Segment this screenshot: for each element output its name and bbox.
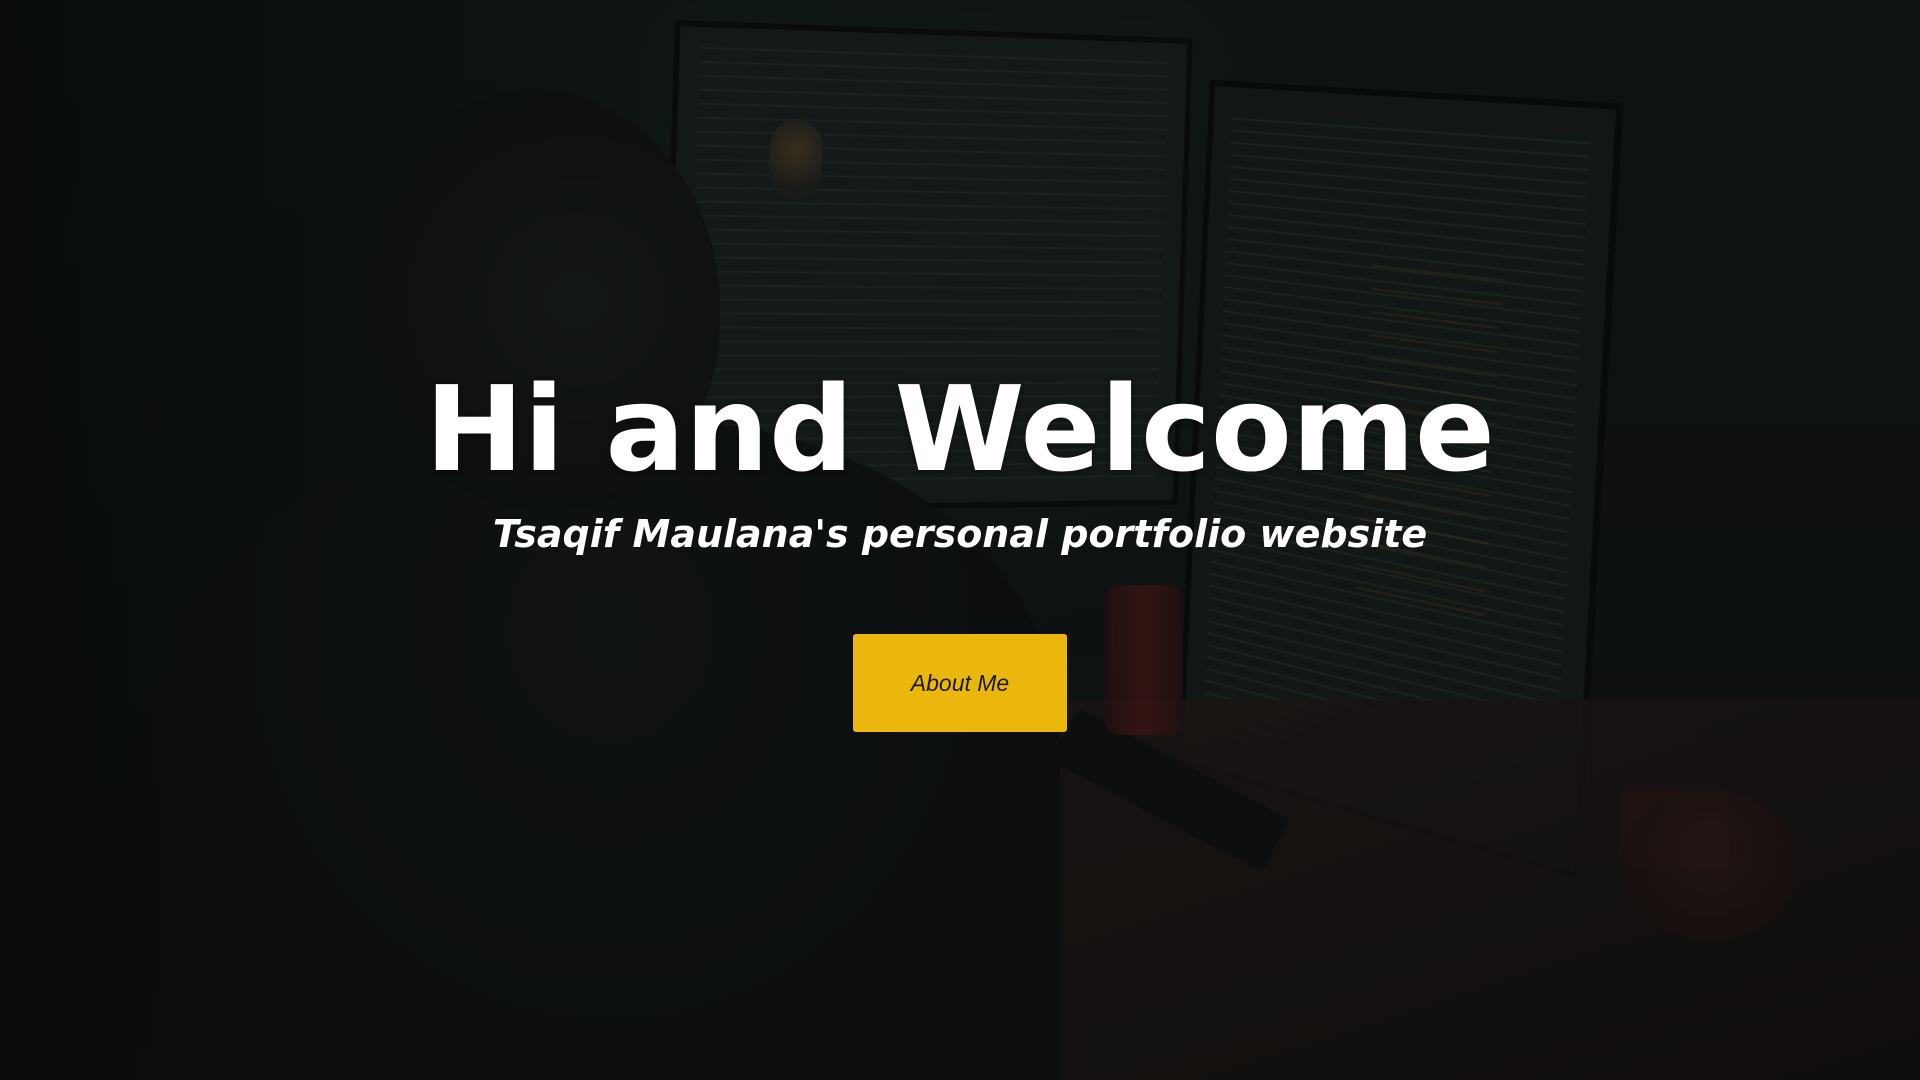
hero-title: Hi and Welcome <box>0 360 1920 498</box>
hero-subtitle: Tsaqif Maulana's personal portfolio webs… <box>0 512 1920 556</box>
about-me-button[interactable]: About Me <box>853 634 1067 732</box>
hero-content: Hi and Welcome Tsaqif Maulana's personal… <box>0 0 1920 1080</box>
hero-section: Hi and Welcome Tsaqif Maulana's personal… <box>0 0 1920 1080</box>
